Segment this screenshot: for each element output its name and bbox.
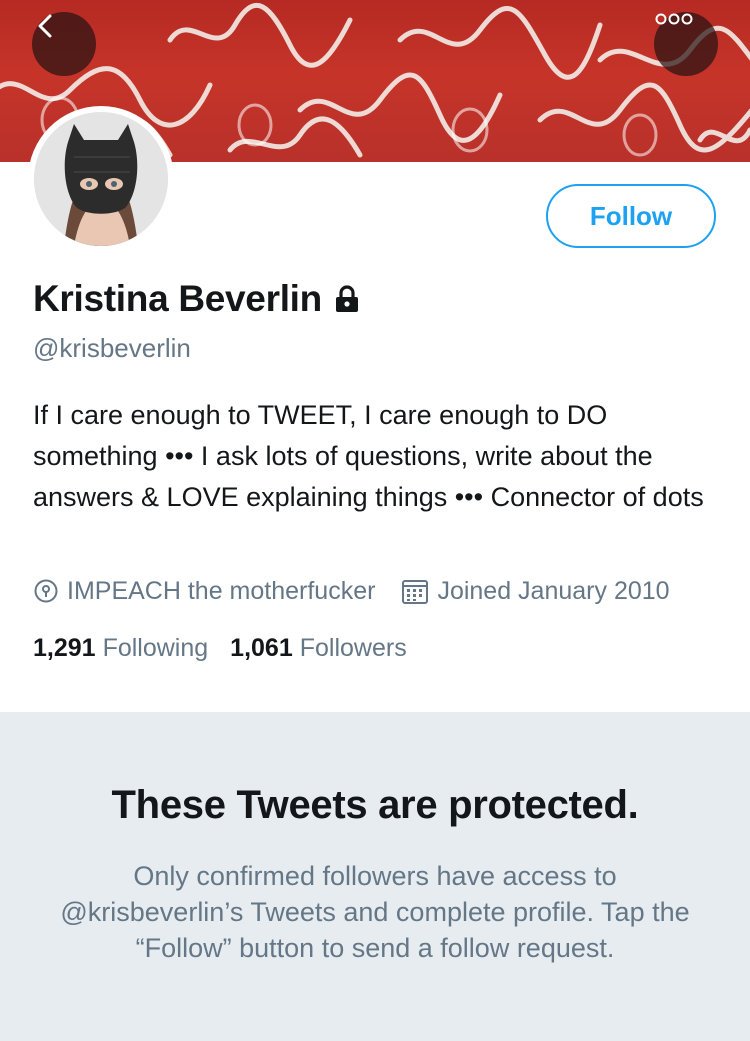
protected-message: Only confirmed followers have access to …: [60, 861, 690, 963]
joined-item: Joined January 2010: [401, 576, 670, 606]
back-button[interactable]: [32, 12, 96, 76]
following-count: 1,291: [33, 633, 96, 662]
avatar-image: [34, 112, 168, 246]
profile-name-row: Kristina Beverlin: [33, 276, 362, 322]
followers-count: 1,061: [230, 633, 293, 662]
profile-stats: 1,291 Following 1,061 Followers: [33, 631, 407, 665]
profile-handle: @krisbeverlin: [33, 333, 191, 363]
joined-text: Joined January 2010: [437, 576, 670, 605]
following-stat[interactable]: 1,291 Following: [33, 634, 208, 663]
location-icon: [34, 579, 58, 603]
protected-title: These Tweets are protected.: [111, 783, 639, 827]
location-text: IMPEACH the motherfucker: [67, 576, 376, 605]
more-icon: [655, 13, 693, 25]
profile-meta: IMPEACH the motherfucker Joined January …: [33, 574, 670, 608]
calendar-icon: [402, 580, 429, 604]
profile-name: Kristina Beverlin: [33, 278, 322, 319]
lock-icon: [332, 284, 362, 314]
back-arrow-icon: [38, 14, 52, 38]
followers-stat[interactable]: 1,061 Followers: [230, 634, 407, 663]
following-label: Following: [102, 633, 209, 662]
profile-bio: If I care enough to TWEET, I care enough…: [33, 400, 704, 512]
more-button[interactable]: [654, 12, 718, 76]
follow-button[interactable]: Follow: [546, 184, 716, 248]
followers-label: Followers: [299, 633, 407, 662]
profile-avatar[interactable]: [28, 106, 174, 252]
location-item: IMPEACH the motherfucker: [33, 577, 375, 606]
